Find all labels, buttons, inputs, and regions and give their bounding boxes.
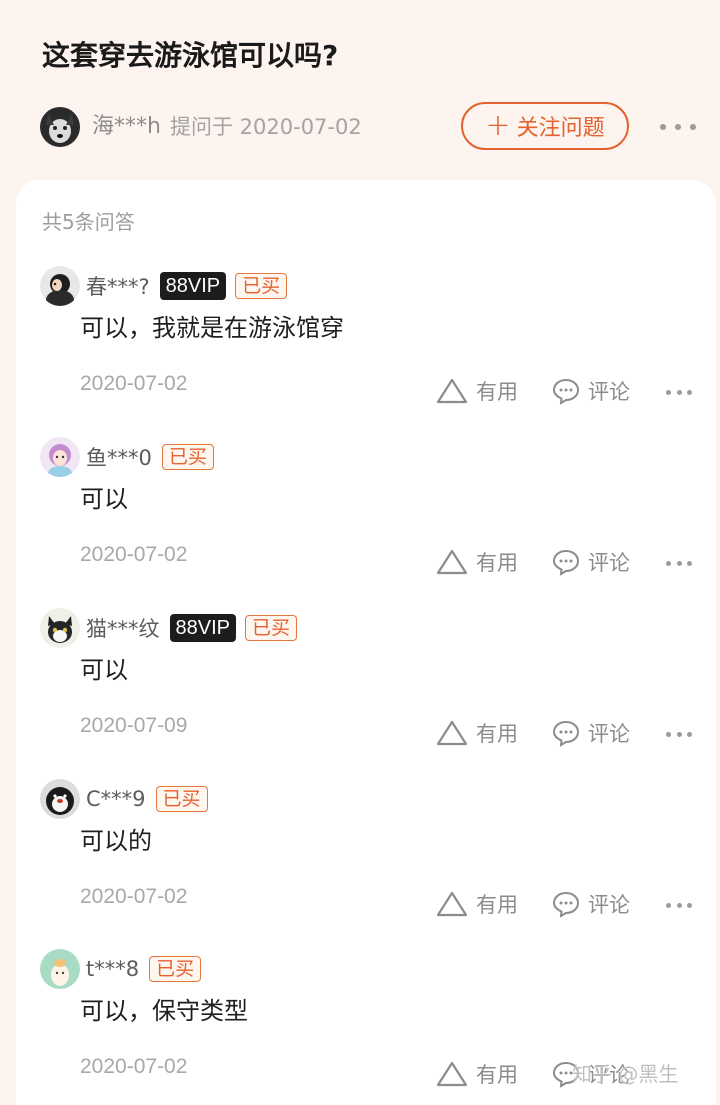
useful-label: 有用 bbox=[476, 1063, 518, 1087]
answer-user-row: 鱼***0 已买 bbox=[86, 441, 214, 473]
answers-count-label: 共5条问答 bbox=[42, 210, 135, 234]
user-avatar[interactable] bbox=[40, 949, 80, 989]
useful-button[interactable]: 有用 bbox=[436, 374, 518, 408]
comment-icon bbox=[552, 378, 580, 405]
triangle-icon bbox=[436, 1061, 468, 1087]
comment-label: 评论 bbox=[588, 380, 630, 404]
asker-avatar[interactable] bbox=[40, 107, 80, 147]
bought-badge: 已买 bbox=[149, 956, 202, 982]
comment-button[interactable]: 评论 bbox=[552, 716, 630, 750]
more-options-icon[interactable] bbox=[666, 724, 692, 744]
follow-button-label: 关注问题 bbox=[516, 116, 605, 141]
answer-user-row: 春***? 88VIP 已买 bbox=[86, 270, 288, 302]
asker-name[interactable]: 海***h bbox=[92, 112, 161, 142]
useful-label: 有用 bbox=[476, 380, 518, 404]
useful-label: 有用 bbox=[476, 551, 518, 575]
answer-date: 2020-07-02 bbox=[80, 543, 188, 566]
answer-date: 2020-07-09 bbox=[80, 714, 188, 737]
more-options-icon[interactable] bbox=[666, 553, 692, 573]
more-options-icon[interactable] bbox=[666, 895, 692, 915]
answer-item: 猫***纹 88VIP 已买 可以 2020-07-09 有用 评论 bbox=[16, 608, 716, 778]
answer-user-row: C***9 已买 bbox=[86, 783, 208, 815]
comment-label: 评论 bbox=[588, 893, 630, 917]
comment-button[interactable]: 评论 bbox=[552, 374, 630, 408]
follow-question-button[interactable]: + 关注问题 bbox=[461, 102, 629, 150]
answer-text: 可以 bbox=[80, 485, 128, 513]
user-avatar[interactable] bbox=[40, 608, 80, 648]
answer-username[interactable]: 鱼***0 bbox=[86, 442, 152, 472]
useful-button[interactable]: 有用 bbox=[436, 545, 518, 579]
triangle-icon bbox=[436, 549, 468, 575]
useful-button[interactable]: 有用 bbox=[436, 887, 518, 921]
qa-page: 这套穿去游泳馆可以吗? 海***h 提问于 2020-07-02 + 关注问题 … bbox=[0, 0, 720, 1105]
question-header: 这套穿去游泳馆可以吗? 海***h 提问于 2020-07-02 + 关注问题 bbox=[0, 0, 720, 180]
answer-text: 可以的 bbox=[80, 827, 152, 855]
answer-date: 2020-07-02 bbox=[80, 372, 188, 395]
triangle-icon bbox=[436, 891, 468, 917]
comment-icon bbox=[552, 891, 580, 918]
answer-date: 2020-07-02 bbox=[80, 885, 188, 908]
bought-badge: 已买 bbox=[155, 786, 208, 812]
answer-date: 2020-07-02 bbox=[80, 1055, 188, 1078]
answer-user-row: 猫***纹 88VIP 已买 bbox=[86, 612, 297, 644]
vip-badge: 88VIP bbox=[169, 614, 236, 642]
plus-icon: + bbox=[485, 108, 511, 143]
vip-badge: 88VIP bbox=[159, 272, 227, 300]
bought-badge: 已买 bbox=[244, 615, 297, 641]
bought-badge: 已买 bbox=[161, 444, 214, 470]
triangle-icon bbox=[436, 720, 468, 746]
comment-button[interactable]: 评论 bbox=[552, 545, 630, 579]
useful-label: 有用 bbox=[476, 893, 518, 917]
comment-label: 评论 bbox=[588, 722, 630, 746]
answer-username[interactable]: 猫***纹 bbox=[86, 613, 160, 643]
answer-username[interactable]: t***8 bbox=[86, 957, 139, 981]
answer-text: 可以，保守类型 bbox=[80, 997, 248, 1025]
triangle-icon bbox=[436, 378, 468, 404]
useful-button[interactable]: 有用 bbox=[436, 1057, 518, 1091]
bought-badge: 已买 bbox=[235, 273, 288, 299]
answer-username[interactable]: 春***? bbox=[86, 271, 150, 301]
asked-date-label: 提问于 2020-07-02 bbox=[170, 115, 362, 139]
question-title: 这套穿去游泳馆可以吗? bbox=[42, 39, 339, 72]
useful-button[interactable]: 有用 bbox=[436, 716, 518, 750]
user-avatar[interactable] bbox=[40, 779, 80, 819]
comment-button[interactable]: 评论 bbox=[552, 887, 630, 921]
answer-user-row: t***8 已买 bbox=[86, 953, 202, 985]
user-avatar[interactable] bbox=[40, 266, 80, 306]
comment-icon bbox=[552, 720, 580, 747]
comment-icon bbox=[552, 549, 580, 576]
answer-item: 鱼***0 已买 可以 2020-07-02 有用 评论 bbox=[16, 437, 716, 607]
answer-text: 可以 bbox=[80, 656, 128, 684]
answer-text: 可以，我就是在游泳馆穿 bbox=[80, 314, 344, 342]
user-avatar[interactable] bbox=[40, 437, 80, 477]
comment-label: 评论 bbox=[588, 551, 630, 575]
watermark: 知乎 @黑生 bbox=[572, 1062, 679, 1086]
more-options-icon[interactable] bbox=[660, 112, 696, 142]
answers-card: 共5条问答 春***? 88VIP 已买 可以，我就是在游泳馆穿 2020-07… bbox=[16, 180, 716, 1105]
answer-item: C***9 已买 可以的 2020-07-02 有用 评论 bbox=[16, 779, 716, 949]
more-options-icon[interactable] bbox=[666, 382, 692, 402]
answer-item: 春***? 88VIP 已买 可以，我就是在游泳馆穿 2020-07-02 有用… bbox=[16, 266, 716, 436]
useful-label: 有用 bbox=[476, 722, 518, 746]
answer-username[interactable]: C***9 bbox=[86, 787, 146, 811]
